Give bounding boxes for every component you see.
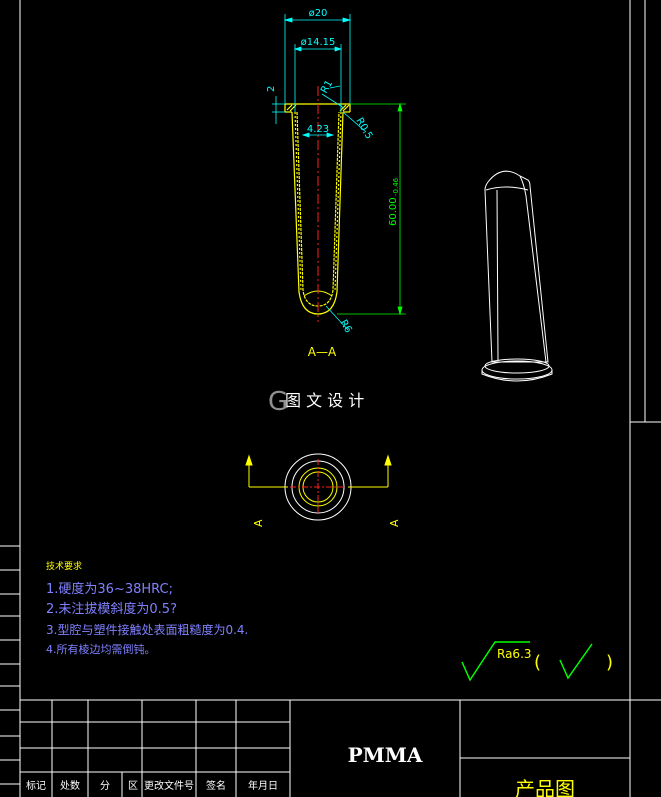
tech-item-1: 1.硬度为36~38HRC;: [46, 581, 173, 597]
tb-header-part: 分: [100, 780, 110, 792]
tb-header-change-doc: 更改文件号: [144, 779, 194, 792]
tech-item-4: 4.所有棱边均需倒钝。: [46, 642, 156, 656]
roughness-paren-close: ): [606, 652, 613, 673]
cad-drawing: ø20 ø14.15 2 R1 R0.5 4.23 60.00 -0.46 R6…: [0, 0, 661, 797]
dim-fillet-inner: R0.5: [353, 116, 374, 141]
roughness-paren-open: (: [534, 652, 541, 673]
tech-item-2: 2.未注拔模斜度为0.5?: [46, 601, 177, 617]
dim-length-tolerance: -0.46: [392, 177, 400, 196]
arrow-label-right: A: [388, 519, 401, 527]
tech-heading: 技术要求: [46, 560, 82, 572]
section-view: ø20 ø14.15 2 R1 R0.5 4.23 60.00 -0.46 R6…: [266, 8, 406, 359]
watermark: G 图 文 设 计: [268, 387, 364, 417]
iso-view: [481, 170, 553, 382]
roughness-label: Ra6.3: [497, 647, 532, 661]
top-view: A A: [245, 453, 401, 527]
dim-wall-offset: 4.23: [307, 124, 329, 135]
tb-header-count: 处数: [60, 779, 80, 792]
arrow-label-left: A: [252, 519, 265, 527]
dim-flange-height: 2: [266, 86, 277, 92]
tb-header-date: 年月日: [248, 779, 278, 792]
material-label: PMMA: [348, 743, 423, 767]
section-label: A—A: [308, 345, 337, 359]
tech-item-3: 3.型腔与塑件接触处表面粗糙度为0.4.: [46, 622, 248, 637]
dim-length: 60.00: [388, 197, 399, 226]
tb-header-signature: 签名: [206, 779, 226, 792]
watermark-text: 图 文 设 计: [285, 391, 364, 410]
drawing-name: 产品图: [515, 777, 575, 797]
dim-outer-diameter: ø20: [309, 8, 328, 19]
tb-header-mark: 标记: [26, 780, 46, 792]
dim-inner-diameter: ø14.15: [301, 37, 336, 48]
dim-fillet-top: R1: [319, 78, 335, 95]
tech-requirements: 技术要求 1.硬度为36~38HRC; 2.未注拔模斜度为0.5? 3.型腔与塑…: [46, 560, 248, 656]
title-block-headers: 标记 处数 分 区 更改文件号 签名 年月日: [26, 779, 278, 792]
tb-header-zone: 区: [128, 780, 138, 792]
dimension-lines: [272, 14, 367, 331]
